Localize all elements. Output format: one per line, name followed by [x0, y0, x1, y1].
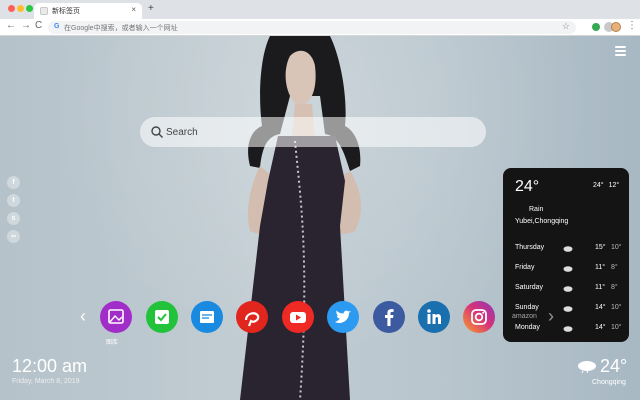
weather-condition: Rain: [529, 206, 544, 213]
facebook-small-icon[interactable]: f: [7, 176, 20, 189]
forecast-low: 8°: [611, 264, 618, 271]
extension-green-icon[interactable]: [592, 23, 600, 31]
minimize-window-button[interactable]: [17, 5, 24, 12]
forecast-row: Friday 11° 8°: [515, 264, 621, 276]
forecast-low: 10°: [611, 304, 622, 311]
weather-current-temp: 24°: [515, 178, 540, 195]
google-icon: G: [54, 23, 60, 30]
forecast-low: 10°: [611, 244, 622, 251]
forecast-high: 14°: [595, 324, 606, 331]
linkedin-app-icon[interactable]: [418, 301, 450, 333]
instagram-app-icon[interactable]: [463, 301, 495, 333]
forecast-low: 10°: [611, 324, 622, 331]
browser-menu-icon[interactable]: ⋮: [627, 20, 637, 31]
twitter-app-icon[interactable]: [327, 301, 359, 333]
forecast-row: Saturday 11° 8°: [515, 284, 621, 296]
search-input[interactable]: [166, 117, 466, 147]
close-window-button[interactable]: [8, 5, 15, 12]
cloud-icon: [563, 286, 573, 292]
notes-app-icon[interactable]: [191, 301, 223, 333]
gallery-app-label: 图库: [106, 340, 119, 346]
forecast-day: Monday: [515, 324, 540, 331]
search-bar[interactable]: [140, 117, 486, 147]
facebook-app-icon[interactable]: [373, 301, 405, 333]
cloud-icon: [563, 326, 573, 332]
pinterest-app-icon[interactable]: [236, 301, 268, 333]
tab-new-tab[interactable]: 新标签页 ×: [34, 3, 142, 19]
weather-high: 24°: [593, 182, 604, 189]
bottom-weather-city: Chongqing: [592, 379, 626, 386]
clock-time: 12:00 am: [12, 356, 88, 376]
gallery-app-icon[interactable]: [100, 301, 132, 333]
menu-icon[interactable]: [615, 46, 626, 56]
forecast-row: Thursday 15° 10°: [515, 244, 622, 256]
dock-next-arrow[interactable]: ›: [548, 306, 554, 327]
maximize-window-button[interactable]: [26, 5, 33, 12]
forecast-day: Friday: [515, 264, 535, 271]
forecast-day: Saturday: [515, 284, 544, 291]
weather-low: 12°: [608, 182, 620, 189]
amazon-app-label[interactable]: amazon: [512, 313, 537, 320]
forward-button[interactable]: →: [21, 20, 31, 31]
tasks-app-icon[interactable]: [146, 301, 178, 333]
forecast-day: Thursday: [515, 244, 545, 251]
weather-location: Yubei,Chongqing: [515, 218, 569, 225]
forecast-high: 11°: [595, 284, 606, 291]
tab-favicon-icon: [40, 7, 48, 15]
twitter-small-icon[interactable]: t: [7, 194, 20, 207]
cloud-rain-icon: [578, 361, 596, 373]
snapchat-small-icon[interactable]: s: [7, 212, 20, 225]
tab-title: 新标签页: [52, 8, 80, 15]
cloud-icon: [563, 266, 573, 272]
cloud-icon: [563, 246, 573, 252]
forecast-high: 14°: [595, 304, 606, 311]
link-small-icon[interactable]: ∞: [7, 230, 20, 243]
back-button[interactable]: ←: [6, 20, 16, 31]
forecast-high: 15°: [595, 244, 606, 251]
profile-avatar[interactable]: [611, 22, 621, 32]
wallpaper-model-image: [240, 36, 362, 400]
forecast-high: 11°: [595, 264, 606, 271]
address-bar[interactable]: G 在Google中搜索，或者输入一个网址 ☆: [48, 21, 576, 34]
browser-toolbar: ← → C G 在Google中搜索，或者输入一个网址 ☆: [0, 19, 640, 36]
search-icon: [151, 126, 163, 138]
clock-date: Friday, March 8, 2019: [12, 378, 80, 385]
reload-button[interactable]: C: [35, 20, 42, 31]
youtube-app-icon[interactable]: [282, 301, 314, 333]
weather-high-low: 24° 12°: [593, 182, 624, 189]
tab-strip: 新标签页 × +: [0, 0, 640, 19]
address-placeholder: 在Google中搜索，或者输入一个网址: [64, 25, 178, 32]
forecast-day: Sunday: [515, 304, 539, 311]
dock-prev-arrow[interactable]: ‹: [80, 306, 86, 327]
cloud-icon: [563, 306, 573, 312]
tab-close-icon[interactable]: ×: [131, 5, 136, 14]
new-tab-button[interactable]: +: [148, 3, 154, 14]
bookmark-star-icon[interactable]: ☆: [562, 21, 570, 32]
new-tab-page: f t s ∞ 24° 24°12° Rain Yubei,Chongqing …: [0, 36, 640, 400]
forecast-row: Monday 14° 10°: [515, 324, 622, 336]
bottom-weather-temp: 24°: [600, 356, 628, 376]
forecast-low: 8°: [611, 284, 618, 291]
